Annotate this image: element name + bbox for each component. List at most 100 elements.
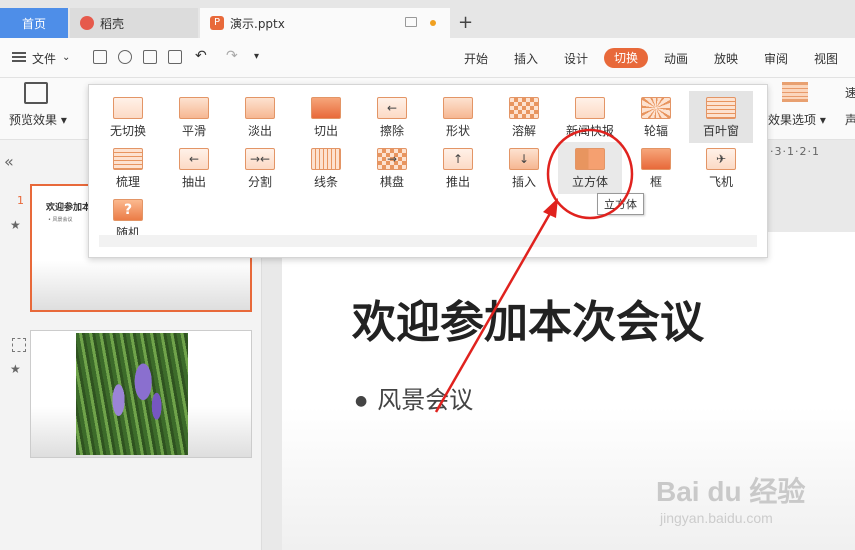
transition-split[interactable]: →← 分割: [228, 142, 292, 194]
transition-gallery: 无切换 平滑 淡出 切出 ← 擦除 形状 溶解 新闻快报 轮辐 百叶窗 梳理 ← 抽…: [88, 84, 768, 258]
tab-daoke[interactable]: 稻壳: [70, 8, 198, 38]
transition-cube[interactable]: 立方体: [558, 142, 622, 194]
transition-airplane[interactable]: ✈ 飞机: [689, 142, 753, 194]
save-icon[interactable]: [93, 50, 107, 64]
transition-label: 无切换: [109, 124, 146, 138]
comb-transition-icon: [113, 148, 143, 170]
transition-shape[interactable]: 形状: [426, 91, 490, 143]
transition-none[interactable]: 无切换: [96, 91, 160, 143]
transition-label: 百叶窗: [702, 124, 739, 138]
no-transition-icon: [113, 97, 143, 119]
chevron-down-icon[interactable]: ⌄: [62, 52, 70, 63]
menu-transition[interactable]: 切换: [604, 48, 648, 68]
transition-push[interactable]: ↑ 推出: [426, 142, 490, 194]
transition-label: 擦除: [379, 124, 404, 138]
transition-pull[interactable]: ← 抽出: [162, 142, 226, 194]
transition-dissolve[interactable]: 溶解: [492, 91, 556, 143]
sound-label[interactable]: 声: [845, 111, 855, 128]
tab-document-label: 演示.pptx: [230, 16, 285, 31]
transition-label: 立方体: [571, 175, 608, 189]
transition-insert[interactable]: ↓ 插入: [492, 142, 556, 194]
transition-blinds[interactable]: 百叶窗: [689, 91, 753, 143]
menu-start[interactable]: 开始: [464, 50, 488, 67]
new-tab-button[interactable]: +: [458, 12, 473, 33]
preview-effect-icon[interactable]: [24, 82, 48, 104]
star-icon: ★: [10, 218, 21, 232]
fade-transition-icon: [245, 97, 275, 119]
collapse-panel-icon[interactable]: «: [4, 152, 14, 171]
print-preview-icon[interactable]: [168, 50, 182, 64]
blinds-transition-icon: [706, 97, 736, 119]
transition-cut[interactable]: 切出: [294, 91, 358, 143]
transition-wipe[interactable]: ← 擦除: [360, 91, 424, 143]
slide-title[interactable]: 欢迎参加本次会议: [352, 286, 704, 350]
menu-insert[interactable]: 插入: [514, 50, 538, 67]
slide-thumbnail-2[interactable]: [30, 330, 252, 458]
tab-home[interactable]: 首页: [0, 8, 68, 38]
hidden-slide-icon[interactable]: [12, 338, 26, 352]
transition-comb[interactable]: 梳理: [96, 142, 160, 194]
transition-label: 淡出: [247, 124, 272, 138]
lines-transition-icon: [311, 148, 341, 170]
preview-effect-label: 预览效果: [9, 113, 58, 127]
transition-wheel[interactable]: 轮辐: [624, 91, 688, 143]
slide-number: 1: [17, 194, 24, 207]
dissolve-transition-icon: [509, 97, 539, 119]
transition-label: 框: [649, 175, 662, 189]
transition-lines[interactable]: 线条: [294, 142, 358, 194]
transition-label: 棋盘: [379, 175, 404, 189]
push-transition-icon: ↑: [443, 148, 473, 170]
effect-options-icon[interactable]: [782, 82, 808, 102]
slide-bullet-text: 风景会议: [377, 386, 474, 414]
box-transition-icon: [641, 148, 671, 170]
transition-box[interactable]: 框: [624, 142, 688, 194]
airplane-transition-icon: ✈: [706, 148, 736, 170]
menu-animation[interactable]: 动画: [664, 50, 688, 67]
tab-home-label: 首页: [21, 16, 46, 31]
tab-daoke-label: 稻壳: [100, 16, 125, 31]
menu-view[interactable]: 视图: [814, 50, 838, 67]
export-icon[interactable]: [118, 50, 132, 64]
transition-label: 线条: [313, 175, 338, 189]
random-transition-icon: ?: [113, 199, 143, 221]
pull-transition-icon: ←: [179, 148, 209, 170]
redo-icon[interactable]: ↷: [226, 48, 238, 64]
menu-bar: 文件 ⌄ ↶ ↷ ▾ 开始 插入 设计 切换 动画 放映 审阅 视图: [0, 38, 855, 78]
transition-label: 抽出: [181, 175, 206, 189]
baidu-watermark: Bai du 经验: [656, 476, 806, 507]
tab-document[interactable]: P 演示.pptx: [200, 8, 450, 38]
gallery-footer: [99, 235, 757, 247]
watermark-url: jingyan.baidu.com: [660, 510, 773, 526]
preview-effect-button[interactable]: 预览效果 ▾: [9, 111, 67, 128]
undo-icon[interactable]: ↶: [195, 48, 207, 64]
transition-label: 溶解: [511, 124, 536, 138]
title-tab-bar: 首页 稻壳 P 演示.pptx +: [0, 0, 855, 38]
transition-label: 分割: [247, 175, 272, 189]
transition-label: 新闻快报: [565, 124, 614, 138]
transition-checkerboard[interactable]: → 棋盘: [360, 142, 424, 194]
transition-label: 推出: [445, 175, 470, 189]
transition-label: 插入: [511, 175, 536, 189]
insert-transition-icon: ↓: [509, 148, 539, 170]
menu-slideshow[interactable]: 放映: [714, 50, 738, 67]
cube-transition-icon: [575, 148, 605, 170]
thumbnail-bullet: • 风景会议: [48, 217, 73, 223]
menu-design[interactable]: 设计: [564, 50, 588, 67]
transition-smooth[interactable]: 平滑: [162, 91, 226, 143]
presentation-file-icon: P: [210, 16, 224, 30]
menu-icon[interactable]: [12, 52, 26, 62]
star-icon: ★: [10, 362, 21, 376]
wheel-transition-icon: [641, 97, 671, 119]
effect-options-button[interactable]: 效果选项 ▾: [768, 111, 826, 128]
print-icon[interactable]: [143, 50, 157, 64]
smooth-transition-icon: [179, 97, 209, 119]
menu-review[interactable]: 审阅: [764, 50, 788, 67]
unsaved-dot-icon: [430, 20, 436, 26]
more-icon[interactable]: ▾: [254, 51, 259, 62]
file-menu[interactable]: 文件: [32, 50, 56, 67]
monitor-icon[interactable]: [405, 17, 417, 27]
transition-fade[interactable]: 淡出: [228, 91, 292, 143]
slide-bullet[interactable]: 风景会议: [355, 380, 473, 415]
speed-label[interactable]: 速: [845, 84, 855, 101]
transition-newsflash[interactable]: 新闻快报: [558, 91, 622, 143]
